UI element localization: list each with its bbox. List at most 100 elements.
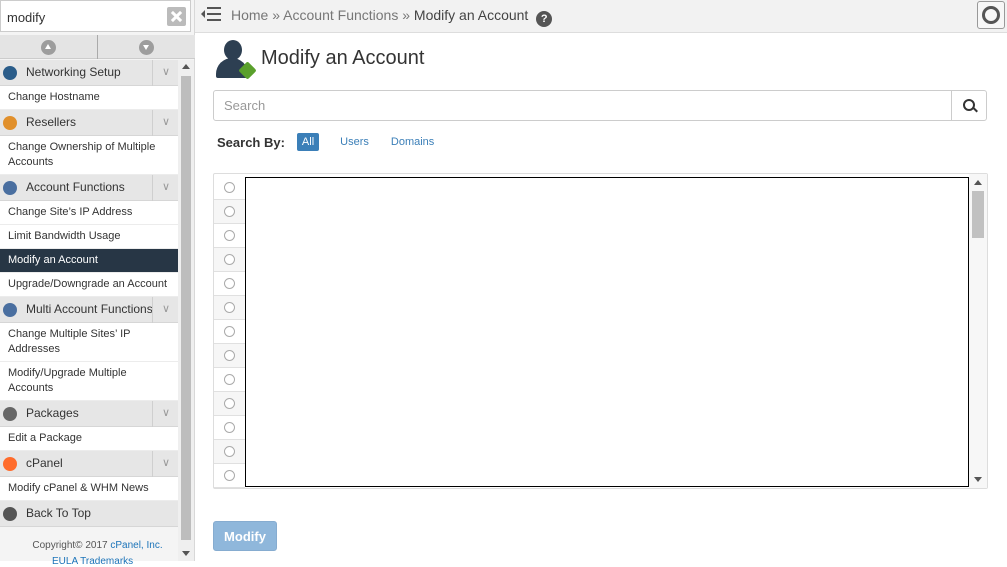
sidebar-item[interactable]: Change Multiple Sites’ IP Addresses	[0, 323, 178, 362]
list-row	[214, 368, 245, 392]
scroll-down-icon[interactable]	[974, 477, 982, 482]
list-row	[214, 272, 245, 296]
sidebar-category-label: Resellers	[26, 115, 77, 129]
copyright-text: Copyright© 2017	[32, 540, 108, 551]
help-icon[interactable]: ?	[536, 11, 553, 27]
sidebar-search-box	[0, 0, 191, 32]
sidebar-item[interactable]: Modify/Upgrade Multiple Accounts	[0, 362, 178, 401]
collapse-all-icon[interactable]	[41, 40, 56, 55]
chevron-down-icon[interactable]	[152, 297, 178, 323]
page-title: Modify an Account	[261, 47, 425, 69]
sidebar-item[interactable]: Limit Bandwidth Usage	[0, 225, 178, 249]
search-by-all[interactable]: All	[296, 133, 320, 151]
clear-search-icon[interactable]	[167, 7, 186, 26]
list-row	[214, 464, 245, 488]
sidebar-category[interactable]: Packages	[0, 401, 178, 427]
resellers-icon	[3, 116, 17, 130]
breadcrumb-current: Modify an Account	[413, 7, 529, 23]
sidebar-category-label: Networking Setup	[26, 65, 121, 79]
footer-links[interactable]: EULA Trademarks	[52, 556, 133, 567]
scroll-thumb[interactable]	[972, 191, 984, 238]
sidebar-category-label: Account Functions	[26, 180, 125, 194]
sidebar-scrollbar[interactable]	[178, 60, 194, 561]
menu-toggle-icon[interactable]	[201, 6, 221, 22]
copyright: Copyright© 2017 cPanel, Inc.	[0, 540, 195, 551]
sidebar-category[interactable]: cPanel	[0, 451, 178, 477]
back-to-top-button[interactable]: Back To Top	[0, 501, 178, 527]
network-icon	[3, 66, 17, 80]
sidebar-item[interactable]: Change Site’s IP Address	[0, 201, 178, 225]
sidebar-item[interactable]: Edit a Package	[0, 427, 178, 451]
main-content: Modify an Account Search By: All Users D…	[195, 34, 1007, 561]
expand-all-icon[interactable]	[139, 40, 154, 55]
sidebar-category[interactable]: Networking Setup	[0, 60, 178, 86]
sidebar-category[interactable]: Account Functions	[0, 175, 178, 201]
collapse-controls	[0, 35, 195, 59]
scroll-down-icon[interactable]	[182, 551, 190, 556]
list-row	[214, 440, 245, 464]
account-radio[interactable]	[224, 422, 235, 433]
search-by: Search By: All Users Domains	[217, 131, 451, 153]
account-list-panel	[213, 173, 988, 489]
account-radio[interactable]	[224, 230, 235, 241]
sidebar-item[interactable]: Change Hostname	[0, 86, 178, 110]
chevron-down-icon[interactable]	[152, 60, 178, 86]
breadcrumb-account-functions[interactable]: Account Functions	[283, 7, 398, 23]
account-radio[interactable]	[224, 206, 235, 217]
account-radio[interactable]	[224, 302, 235, 313]
account-list-scrollbar[interactable]	[969, 174, 987, 488]
scroll-thumb[interactable]	[181, 76, 191, 540]
scroll-up-icon[interactable]	[182, 64, 190, 69]
account-radio[interactable]	[224, 326, 235, 337]
account-radio[interactable]	[224, 470, 235, 481]
cpanel-icon	[3, 457, 17, 471]
search-by-domains[interactable]: Domains	[386, 133, 439, 151]
search-by-users[interactable]: Users	[335, 133, 374, 151]
sidebar-category-label: Multi Account Functions	[26, 302, 153, 316]
sidebar-search-input[interactable]	[7, 7, 162, 27]
search-by-label: Search By:	[217, 134, 285, 150]
account-radio[interactable]	[224, 350, 235, 361]
list-row	[214, 176, 245, 200]
sidebar-item[interactable]: Modify cPanel & WHM News	[0, 477, 178, 501]
chevron-down-icon[interactable]	[152, 175, 178, 201]
divider	[97, 35, 98, 59]
account-list[interactable]	[245, 177, 969, 487]
account-radio[interactable]	[224, 182, 235, 193]
list-row	[214, 416, 245, 440]
list-row	[214, 200, 245, 224]
chevron-down-icon[interactable]	[152, 451, 178, 477]
sidebar-item[interactable]: Change Ownership of Multiple Accounts	[0, 136, 178, 175]
breadcrumb-separator: »	[272, 7, 281, 23]
breadcrumb-home[interactable]: Home	[231, 7, 268, 23]
account-radio[interactable]	[224, 398, 235, 409]
account-radio[interactable]	[224, 446, 235, 457]
modify-button[interactable]: Modify	[213, 521, 277, 551]
breadcrumb: Home » Account Functions » Modify an Acc…	[231, 7, 553, 27]
search-icon[interactable]	[951, 90, 987, 121]
radio-column	[214, 176, 245, 488]
sidebar-category[interactable]: Resellers	[0, 110, 178, 136]
sidebar-category-label: Packages	[26, 406, 79, 420]
list-row	[214, 248, 245, 272]
account-radio[interactable]	[224, 374, 235, 385]
sidebar-category-label: cPanel	[26, 456, 63, 470]
scroll-up-icon[interactable]	[974, 180, 982, 185]
sidebar-nav: Networking Setup Change Hostname Resellers…	[0, 60, 178, 527]
chevron-down-icon[interactable]	[152, 110, 178, 136]
back-to-top-label: Back To Top	[26, 506, 91, 520]
list-row	[214, 392, 245, 416]
sidebar-category[interactable]: Multi Account Functions	[0, 297, 178, 323]
account-radio[interactable]	[224, 278, 235, 289]
list-row	[214, 224, 245, 248]
sidebar-item[interactable]: Upgrade/Downgrade an Account	[0, 273, 178, 297]
account-search	[213, 90, 987, 121]
list-row	[214, 320, 245, 344]
cpanel-link[interactable]: cPanel, Inc.	[110, 540, 162, 551]
arrow-up-icon	[3, 507, 17, 521]
account-search-input[interactable]	[213, 90, 952, 121]
chevron-down-icon[interactable]	[152, 401, 178, 427]
sidebar-item[interactable]: Modify an Account	[0, 249, 178, 273]
support-icon[interactable]	[977, 1, 1005, 29]
account-radio[interactable]	[224, 254, 235, 265]
